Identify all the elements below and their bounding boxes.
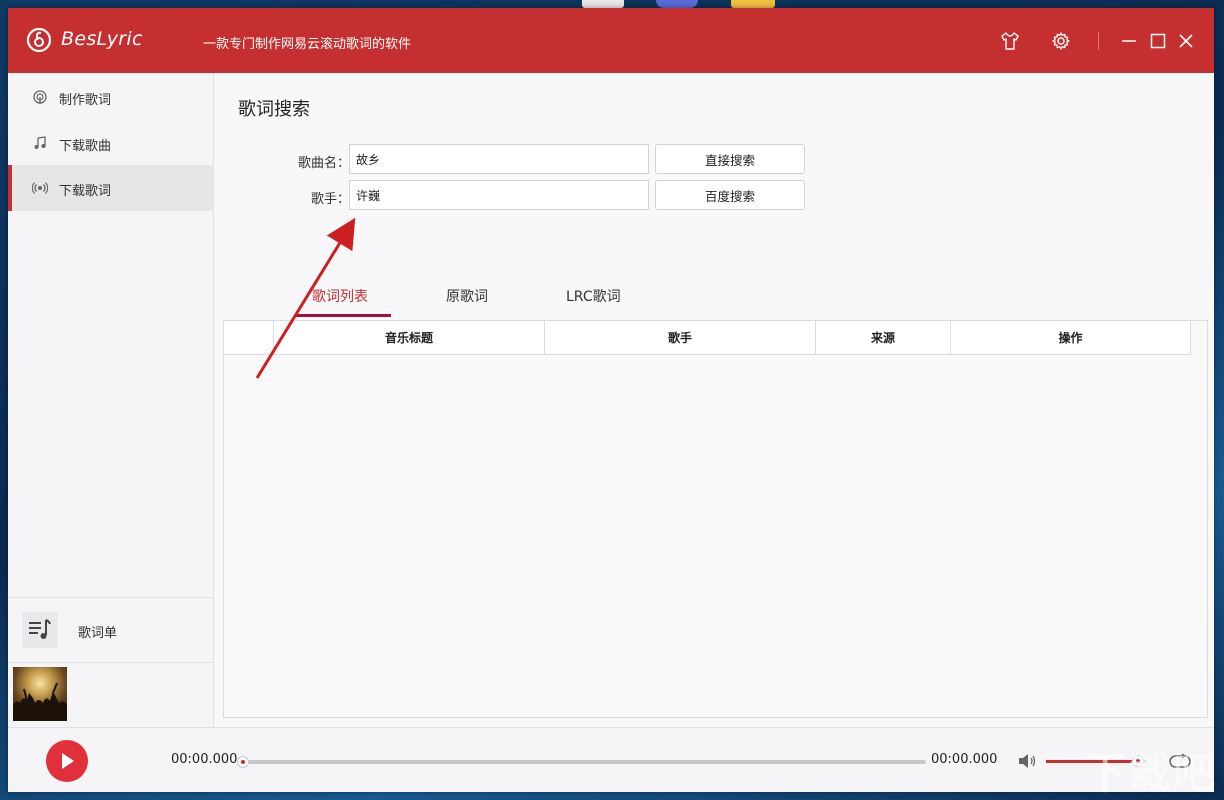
tshirt-icon [1001, 32, 1019, 50]
table-header-cell[interactable]: 音乐标题 [274, 321, 545, 355]
netease-logo-icon [26, 27, 52, 53]
tab-original-lyrics[interactable]: 原歌词 [446, 286, 488, 306]
sidebar-item-label: 下载歌曲 [59, 139, 112, 154]
sidebar-item-download-songs[interactable]: 下载歌曲 [8, 120, 213, 166]
player-bar: 00:00.000 00:00.000 [8, 727, 1214, 792]
total-time: 00:00.000 [931, 752, 998, 767]
direct-search-button[interactable]: 直接搜索 [655, 144, 805, 174]
play-icon [62, 753, 74, 769]
app-slogan: 一款专门制作网易云滚动歌词的软件 [203, 37, 412, 52]
progress-slider[interactable] [237, 756, 926, 768]
current-time: 00:00.000 [171, 752, 238, 767]
sidebar: 制作歌词 下载歌曲 下载歌词 歌词单 [8, 73, 214, 727]
close-icon [1179, 34, 1193, 48]
sidebar-item-label: 下载歌词 [59, 184, 112, 199]
page-title: 歌词搜索 [238, 99, 310, 120]
maximize-icon [1150, 33, 1166, 49]
minimize-icon [1122, 40, 1136, 42]
progress-handle[interactable] [237, 756, 249, 768]
artist-input[interactable] [349, 180, 649, 210]
table-header: 音乐标题 歌手 来源 操作 [224, 321, 1191, 355]
titlebar-divider [1098, 32, 1099, 50]
sidebar-item-label: 制作歌词 [59, 93, 112, 108]
podcast-icon [32, 89, 48, 105]
table-scrollbar-track[interactable] [1191, 321, 1207, 717]
table-header-cell[interactable] [224, 321, 274, 355]
tab-lrc-lyrics[interactable]: LRC歌词 [566, 286, 621, 306]
artist-label: 歌手： [310, 192, 350, 207]
minimize-button[interactable] [1118, 30, 1140, 52]
app-name: BesLyric [61, 28, 143, 50]
sidebar-item-lyrics-list[interactable]: 歌词单 [8, 597, 213, 663]
table-header-cell[interactable]: 来源 [816, 321, 951, 355]
sidebar-item-make-lyrics[interactable]: 制作歌词 [8, 74, 213, 120]
radio-icon [32, 180, 48, 196]
play-button[interactable] [46, 740, 88, 782]
tab-active-indicator [296, 314, 391, 317]
baidu-search-button[interactable]: 百度搜索 [655, 180, 805, 210]
settings-button[interactable] [1050, 30, 1072, 52]
main-content: 歌词搜索 歌曲名： 直接搜索 歌手： 百度搜索 歌词列表 原歌词 LRC歌词 音… [214, 73, 1214, 727]
desktop-icon-3 [731, 0, 775, 8]
close-button[interactable] [1175, 30, 1197, 52]
song-name-input[interactable] [349, 144, 649, 174]
table-header-cell[interactable]: 操作 [951, 321, 1191, 355]
app-window: BesLyric 一款专门制作网易云滚动歌词的软件 制作歌词 下载歌曲 下载歌词… [8, 8, 1214, 792]
concert-crowd-icon [13, 682, 67, 721]
song-name-label: 歌曲名： [297, 156, 350, 171]
skin-button[interactable] [999, 30, 1021, 52]
watermark: 下载吧 [1085, 749, 1218, 798]
title-bar[interactable]: BesLyric 一款专门制作网易云滚动歌词的软件 [8, 8, 1214, 73]
lyrics-table[interactable]: 音乐标题 歌手 来源 操作 [223, 320, 1208, 718]
playlist-icon [22, 612, 58, 648]
table-header-cell[interactable]: 歌手 [545, 321, 816, 355]
tab-lyrics-list[interactable]: 歌词列表 [312, 286, 368, 306]
gear-icon [1052, 32, 1070, 50]
album-cover[interactable] [13, 667, 67, 721]
sidebar-item-download-lyrics[interactable]: 下载歌词 [8, 165, 213, 211]
desktop-icon-2 [656, 0, 698, 8]
volume-icon[interactable] [1017, 752, 1037, 770]
playlist-label: 歌词单 [78, 626, 118, 641]
music-note-icon [32, 135, 48, 151]
desktop-icon-1 [582, 0, 624, 8]
maximize-button[interactable] [1147, 30, 1169, 52]
